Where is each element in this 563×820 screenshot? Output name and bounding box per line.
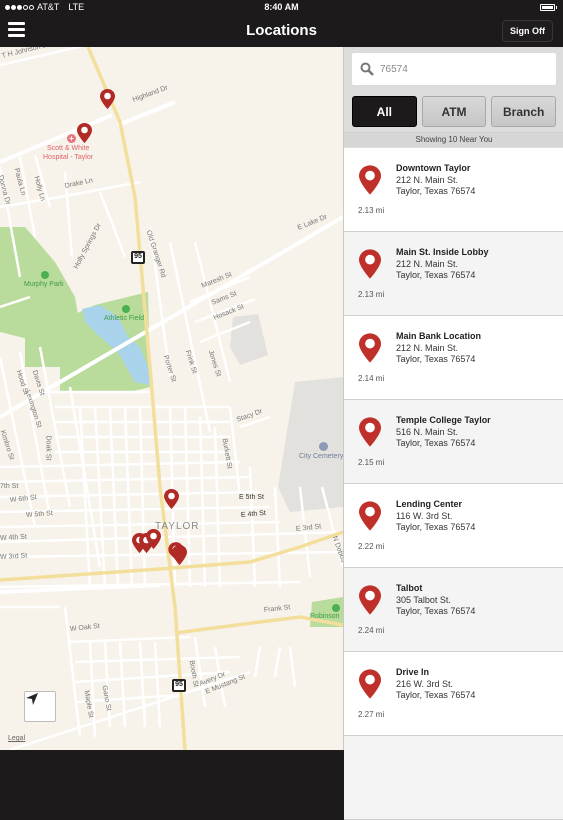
location-item-partial[interactable]: [344, 736, 563, 820]
location-item[interactable]: Temple College Taylor 516 N. Main St. Tay…: [344, 400, 563, 484]
location-item[interactable]: Drive In 216 W. 3rd St. Taylor, Texas 765…: [344, 652, 563, 736]
poi-label-murphy-park: Murphy Park: [24, 281, 64, 288]
legal-link[interactable]: Legal: [8, 735, 25, 742]
street-label: W 3rd St: [0, 552, 28, 561]
location-distance: 2.22 mi: [358, 542, 385, 551]
location-item[interactable]: Main Bank Location 212 N. Main St. Taylor…: [344, 316, 563, 400]
location-name: Talbot: [396, 583, 423, 593]
town-label: TAYLOR: [155, 521, 200, 532]
highway-shield: 95: [172, 679, 186, 692]
street-label: 7th St: [0, 483, 19, 490]
location-city: Taylor, Texas 76574: [396, 186, 476, 196]
poi-label-hospital: Scott & White: [47, 145, 90, 152]
location-distance: 2.13 mi: [358, 206, 385, 215]
location-pin-icon: [359, 501, 381, 531]
battery-icon: [540, 4, 557, 11]
sign-off-button[interactable]: Sign Off: [502, 20, 553, 42]
location-street: 516 N. Main St.: [396, 427, 459, 437]
search-input[interactable]: [380, 63, 540, 75]
results-count: Showing 10 Near You: [344, 132, 563, 147]
filter-atm-button[interactable]: ATM: [421, 96, 487, 127]
page-title: Locations: [246, 22, 317, 39]
search-field[interactable]: [352, 53, 556, 85]
location-item[interactable]: Main St. Inside Lobby 212 N. Main St. Tay…: [344, 232, 563, 316]
location-street: 116 W. 3rd St.: [396, 511, 453, 521]
location-item[interactable]: Lending Center 116 W. 3rd St. Taylor, Tex…: [344, 484, 563, 568]
location-city: Taylor, Texas 76574: [396, 522, 476, 532]
map-view[interactable]: T H Johnson Dr Highland Dr Donna Dr Paul…: [0, 47, 343, 750]
location-city: Taylor, Texas 76574: [396, 270, 476, 280]
park-icon: [41, 271, 49, 279]
location-distance: 2.15 mi: [358, 458, 385, 467]
locations-list: Downtown Taylor 212 N. Main St. Taylor, T…: [344, 148, 563, 820]
cemetery-icon: [319, 442, 328, 451]
search-icon: [360, 62, 374, 76]
poi-label-hospital-2: Hospital - Taylor: [43, 154, 94, 161]
poi-label-robinson: Robinson: [310, 613, 340, 620]
poi-label-cemetery: City Cemetery: [299, 453, 343, 460]
location-distance: 2.14 mi: [358, 374, 385, 383]
location-city: Taylor, Texas 76574: [396, 438, 476, 448]
location-pin-icon: [359, 417, 381, 447]
location-distance: 2.13 mi: [358, 290, 385, 299]
map-pin[interactable]: [146, 529, 161, 549]
park-icon: [332, 604, 340, 612]
location-name: Main Bank Location: [396, 331, 482, 341]
location-street: 212 N. Main St.: [396, 259, 459, 269]
location-city: Taylor, Texas 76574: [396, 690, 476, 700]
filter-branch-button[interactable]: Branch: [491, 96, 557, 127]
poi-label-athletic-field: Athletic Field: [104, 315, 145, 322]
street-label: E 5th St: [239, 494, 264, 501]
map-pin[interactable]: [172, 545, 187, 565]
street-label: Doak St: [44, 435, 52, 461]
nav-bar: Locations Sign Off: [0, 15, 563, 47]
location-pin-icon: [359, 585, 381, 615]
map-pin[interactable]: [100, 89, 115, 109]
location-name: Temple College Taylor: [396, 415, 491, 425]
filter-all-button[interactable]: All: [352, 96, 417, 127]
location-street: 212 N. Main St.: [396, 175, 459, 185]
locations-panel: All ATM Branch Showing 10 Near You Downt…: [343, 47, 563, 820]
location-arrow-icon: [26, 693, 38, 705]
location-distance: 2.24 mi: [358, 626, 385, 635]
status-bar: AT&T LTE 8:40 AM: [0, 0, 563, 15]
current-location-button[interactable]: [24, 691, 56, 722]
location-street: 216 W. 3rd St.: [396, 679, 454, 689]
location-name: Drive In: [396, 667, 430, 677]
location-city: Taylor, Texas 76574: [396, 606, 476, 616]
street-label: W 4th St: [0, 533, 27, 542]
map-roads: [0, 47, 343, 750]
filter-segmented-control: All ATM Branch: [352, 96, 557, 127]
park-icon: [122, 305, 130, 313]
location-pin-icon: [359, 249, 381, 279]
location-name: Main St. Inside Lobby: [396, 247, 489, 257]
highway-shield: 95: [131, 251, 145, 264]
location-name: Lending Center: [396, 499, 463, 509]
location-street: 212 N. Main St.: [396, 343, 459, 353]
location-street: 305 Talbot St.: [396, 595, 451, 605]
location-pin-icon: [359, 669, 381, 699]
location-distance: 2.27 mi: [358, 710, 385, 719]
map-pin[interactable]: [164, 489, 179, 509]
location-pin-icon: [359, 333, 381, 363]
location-pin-icon: [359, 165, 381, 195]
map-pin[interactable]: [77, 123, 92, 143]
cemetery-area: [278, 377, 343, 512]
location-item[interactable]: Downtown Taylor 212 N. Main St. Taylor, T…: [344, 148, 563, 232]
location-item[interactable]: Talbot 305 Talbot St. Taylor, Texas 76574…: [344, 568, 563, 652]
location-name: Downtown Taylor: [396, 163, 471, 173]
location-city: Taylor, Texas 76574: [396, 354, 476, 364]
status-time: 8:40 AM: [264, 2, 299, 12]
hospital-icon: +: [67, 134, 76, 143]
